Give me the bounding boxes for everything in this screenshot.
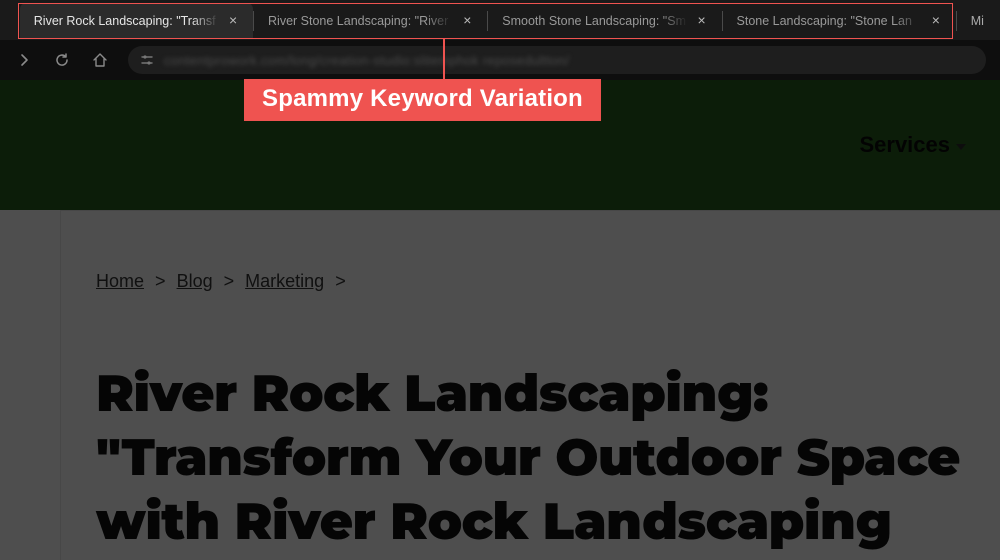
browser-toolbar: contentprowork.com/long/creation-studio:… [0,40,1000,80]
tab-title: Stone Landscaping: "Stone Lan [737,14,922,28]
url-text: contentprowork.com/long/creation-studio:… [164,53,569,68]
close-icon[interactable]: × [928,13,944,29]
browser-tab-1[interactable]: River Stone Landscaping: "River × [254,3,487,39]
browser-tab-0[interactable]: River Rock Landscaping: "Transf × [20,3,253,39]
dim-overlay [0,80,1000,560]
browser-tab-3[interactable]: Stone Landscaping: "Stone Lan × [723,3,956,39]
tune-icon[interactable] [140,53,154,67]
reload-icon[interactable] [52,50,72,70]
tab-title: River Rock Landscaping: "Transf [34,14,219,28]
callout-connector [443,39,445,81]
forward-icon[interactable] [14,50,34,70]
close-icon[interactable]: × [225,13,241,29]
close-icon[interactable]: × [694,13,710,29]
tab-title: River Stone Landscaping: "River [268,14,453,28]
address-bar[interactable]: contentprowork.com/long/creation-studio:… [128,46,986,74]
browser-tab-2[interactable]: Smooth Stone Landscaping: "Sm × [488,3,721,39]
tab-title: Smooth Stone Landscaping: "Sm [502,14,687,28]
home-icon[interactable] [90,50,110,70]
browser-tab-overflow[interactable]: Mi [957,14,998,28]
browser-tab-strip: River Rock Landscaping: "Transf × River … [0,0,1000,40]
annotation-callout: Spammy Keyword Variation [244,79,601,121]
close-icon[interactable]: × [459,13,475,29]
